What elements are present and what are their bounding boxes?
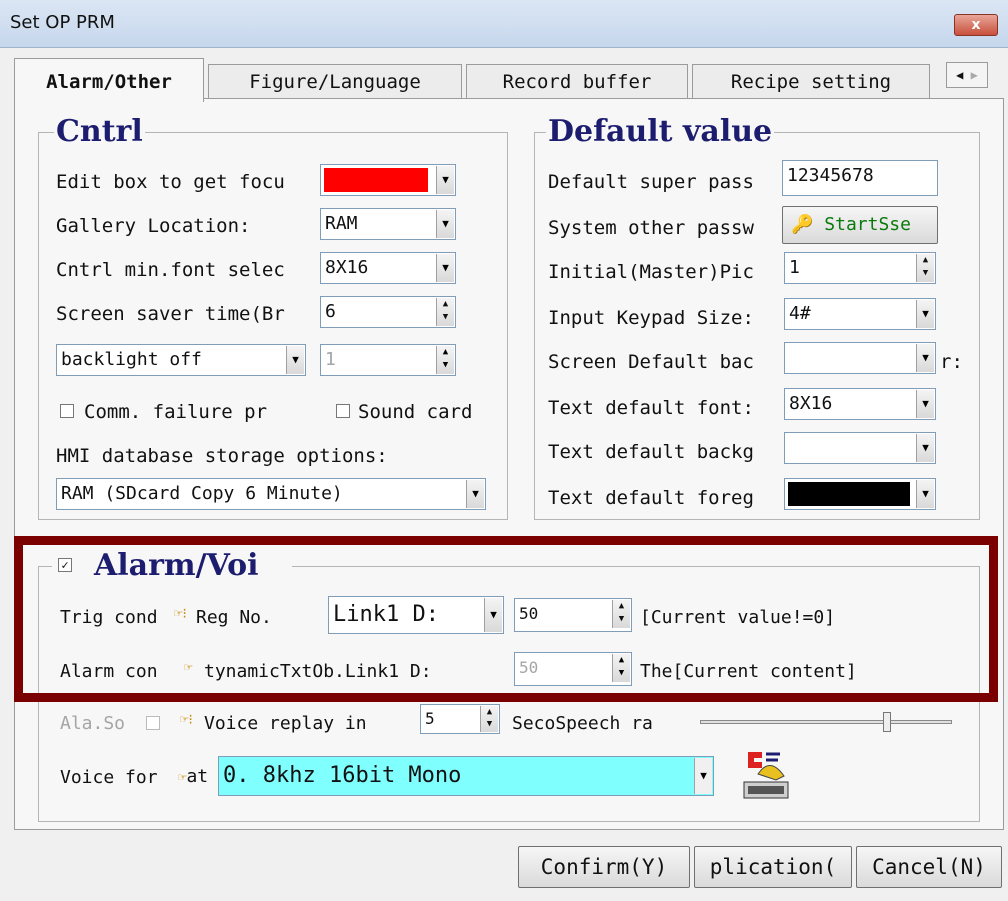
- voice-format-hand-suffix: at: [186, 766, 209, 787]
- edit-focus-label: Edit box to get focu: [56, 171, 285, 193]
- screen-bg-suffix: r:: [940, 351, 963, 373]
- backlight-spinner[interactable]: 1 ▲ ▼: [320, 344, 456, 376]
- alarm-sound-checkbox[interactable]: [146, 716, 160, 730]
- comm-failure-label: Comm. failure pr: [84, 401, 268, 423]
- highlight-box: [14, 536, 998, 702]
- other-pass-button[interactable]: 🔑 StartSse: [782, 206, 938, 244]
- alarm-sound-label: Ala.So: [60, 713, 126, 734]
- default-value-group-title: Default value: [546, 114, 775, 149]
- window-title: Set OP PRM: [10, 12, 115, 33]
- screen-saver-value: 6: [325, 301, 336, 322]
- dialog-window: Set OP PRM x Alarm/Other Figure/Language…: [0, 0, 1008, 901]
- chevron-down-icon[interactable]: ▼: [436, 254, 454, 282]
- chevron-down-icon[interactable]: ▼: [466, 480, 484, 508]
- cancel-button[interactable]: Cancel(N): [856, 846, 1002, 888]
- keypad-size-combo[interactable]: 4# ▼: [784, 298, 936, 330]
- scroll-left-icon[interactable]: ◀: [956, 68, 963, 82]
- initial-pic-value: 1: [789, 257, 800, 278]
- tab-alarm-other[interactable]: Alarm/Other: [14, 58, 204, 102]
- spin-arrows-icon[interactable]: ▲ ▼: [480, 706, 498, 732]
- focus-color-swatch: [324, 168, 428, 192]
- db-storage-combo[interactable]: RAM (SDcard Copy 6 Minute) ▼: [56, 478, 486, 510]
- comm-failure-checkbox[interactable]: [60, 404, 74, 418]
- tab-strip: Alarm/Other Figure/Language Record buffe…: [14, 58, 1008, 102]
- key-icon: 🔑: [791, 214, 814, 235]
- text-bg-label: Text default backg: [548, 441, 754, 463]
- gallery-location-value: RAM: [325, 213, 358, 234]
- slider-thumb[interactable]: [883, 712, 891, 732]
- db-storage-label: HMI database storage options:: [56, 445, 388, 467]
- spin-arrows-icon[interactable]: ▲ ▼: [436, 298, 454, 326]
- min-font-combo[interactable]: 8X16 ▼: [320, 252, 456, 284]
- min-font-label: Cntrl min.font selec: [56, 259, 285, 281]
- tab-figure-language[interactable]: Figure/Language: [208, 64, 462, 100]
- slider-track: [700, 720, 952, 724]
- text-fg-combo[interactable]: ▼: [784, 478, 936, 510]
- edit-focus-color-combo[interactable]: ▼: [320, 164, 456, 196]
- title-bar: Set OP PRM x: [0, 0, 1008, 48]
- initial-pic-spinner[interactable]: 1 ▲ ▼: [784, 252, 936, 284]
- voice-tool-icon[interactable]: [740, 748, 792, 802]
- backlight-num: 1: [325, 349, 336, 370]
- tab-record-buffer[interactable]: Record buffer: [466, 64, 688, 100]
- text-font-combo[interactable]: 8X16 ▼: [784, 388, 936, 420]
- tab-scroll-buttons[interactable]: ◀ ▶: [946, 62, 988, 88]
- pointing-hand-icon[interactable]: ☞⁝: [180, 712, 193, 728]
- speech-rate-slider[interactable]: [700, 712, 952, 732]
- screen-bg-combo[interactable]: ▼: [784, 342, 936, 374]
- scroll-right-icon[interactable]: ▶: [971, 68, 978, 82]
- keypad-size-value: 4#: [789, 303, 811, 324]
- super-pass-label: Default super pass: [548, 171, 754, 193]
- close-button[interactable]: x: [954, 14, 998, 36]
- pointing-hand-icon[interactable]: ☞at: [178, 766, 208, 787]
- spin-arrows-icon[interactable]: ▲ ▼: [436, 346, 454, 374]
- voice-replay-value: 5: [425, 709, 435, 728]
- chevron-down-icon[interactable]: ▼: [916, 434, 934, 462]
- backlight-combo[interactable]: backlight off ▼: [56, 344, 306, 376]
- super-pass-input[interactable]: 12345678: [782, 160, 938, 196]
- initial-pic-label: Initial(Master)Pic: [548, 261, 754, 283]
- min-font-value: 8X16: [325, 257, 369, 278]
- voice-format-label: Voice for: [60, 767, 158, 788]
- tab-recipe-setting[interactable]: Recipe setting: [692, 64, 930, 100]
- voice-format-value: 0. 8khz 16bit Mono: [223, 763, 462, 788]
- text-fg-label: Text default foreg: [548, 487, 754, 509]
- screen-bg-label: Screen Default bac: [548, 351, 754, 373]
- chevron-down-icon[interactable]: ▼: [694, 758, 712, 794]
- gallery-location-label: Gallery Location:: [56, 215, 251, 237]
- chevron-down-icon[interactable]: ▼: [436, 210, 454, 238]
- screen-saver-spinner[interactable]: 6 ▲ ▼: [320, 296, 456, 328]
- keypad-size-label: Input Keypad Size:: [548, 307, 754, 329]
- fg-color-swatch: [788, 482, 910, 506]
- sound-card-label: Sound card: [358, 401, 473, 423]
- screen-saver-label: Screen saver time(Br: [56, 303, 285, 325]
- voice-tool-graphic: [743, 752, 789, 799]
- text-font-label: Text default font:: [548, 397, 754, 419]
- chevron-down-icon[interactable]: ▼: [916, 300, 934, 328]
- text-bg-combo[interactable]: ▼: [784, 432, 936, 464]
- sound-card-checkbox[interactable]: [336, 404, 350, 418]
- chevron-down-icon[interactable]: ▼: [436, 166, 454, 194]
- text-font-value: 8X16: [789, 393, 833, 414]
- chevron-down-icon[interactable]: ▼: [916, 480, 934, 508]
- chevron-down-icon[interactable]: ▼: [916, 344, 934, 372]
- chevron-down-icon[interactable]: ▼: [286, 346, 304, 374]
- backlight-value: backlight off: [61, 349, 202, 370]
- voice-replay-label: Voice replay in: [204, 713, 367, 734]
- cntrl-group-title: Cntrl: [54, 114, 145, 149]
- voice-format-combo[interactable]: 0. 8khz 16bit Mono ▼: [218, 756, 714, 796]
- confirm-button[interactable]: Confirm(Y): [518, 846, 690, 888]
- other-pass-button-label: StartSse: [824, 214, 911, 235]
- db-storage-value: RAM (SDcard Copy 6 Minute): [61, 483, 343, 504]
- spin-arrows-icon[interactable]: ▲ ▼: [916, 254, 934, 282]
- speech-rate-label: SecoSpeech ra: [512, 713, 653, 734]
- gallery-location-combo[interactable]: RAM ▼: [320, 208, 456, 240]
- chevron-down-icon[interactable]: ▼: [916, 390, 934, 418]
- voice-replay-spinner[interactable]: 5 ▲ ▼: [420, 704, 500, 734]
- apply-button[interactable]: plication(: [694, 846, 852, 888]
- other-pass-label: System other passw: [548, 217, 754, 239]
